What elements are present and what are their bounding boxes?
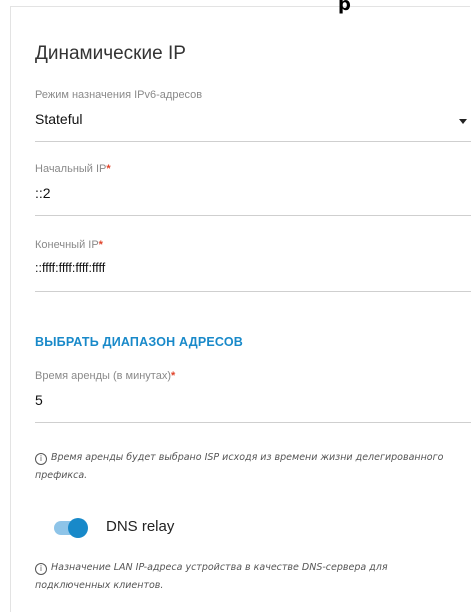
info-circle-icon: i (35, 453, 47, 465)
start-ip-label: Начальный IP* (35, 163, 471, 175)
dns-relay-toggle[interactable] (54, 518, 88, 538)
ipv6-mode-underline (35, 141, 471, 142)
lease-time-input[interactable]: 5 (35, 392, 471, 408)
lease-hint-text: Время аренды будет выбрано ISP исходя из… (35, 452, 444, 481)
ipv6-mode-label: Режим назначения IPv6-адресов (35, 89, 203, 101)
dynamic-ip-panel: р Динамические IP Режим назначения IPv6-… (10, 0, 471, 612)
dns-hint-text: Назначение LAN IP-адреса устройства в ка… (35, 562, 388, 591)
lease-time-hint: i Время аренды будет выбрано ISP исходя и… (35, 449, 465, 485)
required-mark: * (106, 163, 111, 175)
end-ip-field[interactable]: Конечный IP* ::ffff:ffff:ffff:ffff (35, 239, 471, 293)
header-fragment: р (338, 0, 351, 15)
start-ip-field[interactable]: Начальный IP* ::2 (35, 163, 471, 217)
toggle-knob (68, 518, 88, 538)
lease-time-underline (35, 422, 471, 423)
end-ip-underline (35, 291, 471, 292)
start-ip-label-text: Начальный IP (35, 163, 107, 175)
end-ip-label: Конечный IP* (35, 239, 471, 251)
ipv6-mode-select[interactable]: Режим назначения IPv6-адресов Stateful (35, 89, 471, 143)
end-ip-input[interactable]: ::ffff:ffff:ffff:ffff (35, 261, 471, 275)
ipv6-mode-value: Stateful (35, 111, 83, 127)
dns-relay-hint: i Назначение LAN IP-адреса устройства в к… (35, 559, 465, 595)
lease-time-label: Время аренды (в минутах)* (35, 370, 471, 382)
required-mark: * (98, 239, 103, 251)
section-title: Динамические IP (35, 43, 186, 64)
lease-time-field[interactable]: Время аренды (в минутах)* 5 (35, 370, 471, 424)
caret-down-icon (459, 119, 467, 124)
required-mark: * (171, 370, 176, 382)
start-ip-underline (35, 215, 471, 216)
select-address-range-link[interactable]: ВЫБРАТЬ ДИАПАЗОН АДРЕСОВ (35, 335, 243, 349)
info-circle-icon: i (35, 563, 47, 575)
dns-relay-label: DNS relay (106, 518, 175, 535)
lease-time-label-text: Время аренды (в минутах) (35, 370, 171, 382)
start-ip-input[interactable]: ::2 (35, 185, 471, 201)
end-ip-label-text: Конечный IP (35, 239, 99, 251)
